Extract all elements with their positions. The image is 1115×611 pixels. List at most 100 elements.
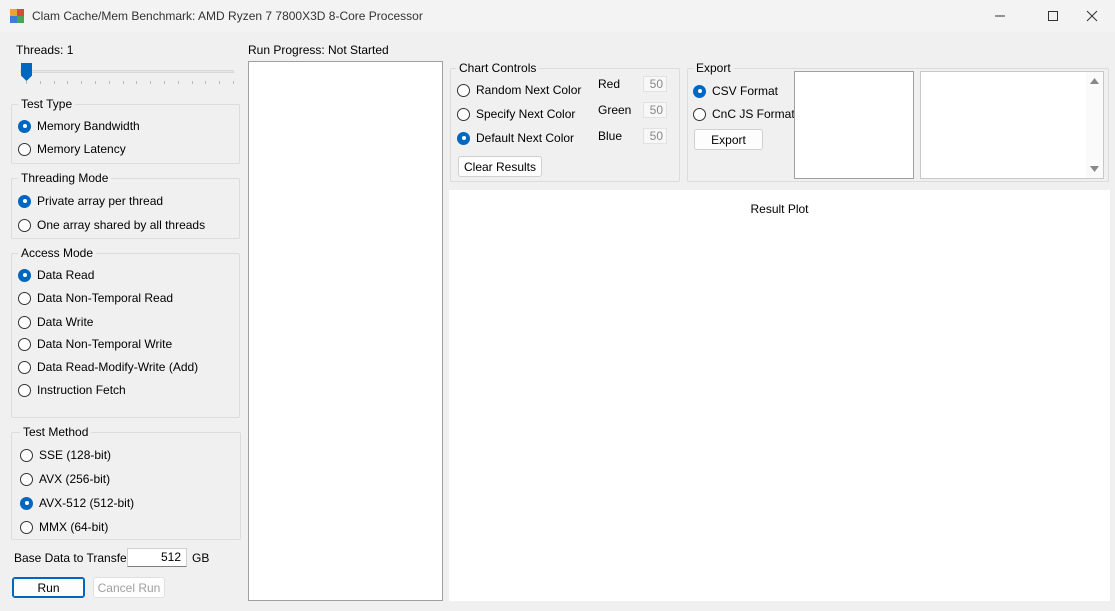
radio-label: AVX (256-bit) [39, 472, 111, 486]
clear-results-button[interactable]: Clear Results [458, 156, 542, 177]
radio-data-nt-write[interactable]: Data Non-Temporal Write [18, 335, 172, 353]
threads-slider-track[interactable] [20, 70, 234, 73]
radio-indicator [18, 360, 31, 374]
radio-label: Data Non-Temporal Read [37, 291, 174, 305]
slider-tick [67, 81, 69, 84]
radio-label: Private array per thread [37, 194, 164, 208]
radio-label: Random Next Color [476, 83, 582, 97]
slider-tick [95, 81, 96, 84]
export-button[interactable]: Export [694, 129, 763, 150]
slider-tick [177, 81, 179, 84]
radio-memory-bandwidth[interactable]: Memory Bandwidth [18, 117, 140, 135]
test-method-title: Test Method [20, 425, 92, 439]
access-mode-title: Access Mode [18, 246, 97, 260]
slider-tick [136, 81, 138, 84]
test-type-title: Test Type [18, 97, 76, 111]
export-preview-box[interactable] [794, 71, 914, 179]
radio-random-color[interactable]: Random Next Color [457, 81, 581, 99]
radio-label: Instruction Fetch [37, 383, 126, 397]
radio-indicator [18, 315, 31, 329]
radio-label: CnC JS Format [712, 107, 795, 121]
radio-indicator [457, 131, 470, 145]
window-title: Clam Cache/Mem Benchmark: AMD Ryzen 7 78… [32, 9, 423, 23]
export-output-scrollbar[interactable] [1086, 72, 1103, 178]
radio-mmx[interactable]: MMX (64-bit) [20, 518, 108, 536]
scroll-up-icon[interactable] [1090, 78, 1099, 84]
slider-tick [205, 81, 207, 84]
radio-label: Memory Bandwidth [37, 119, 140, 133]
cancel-run-button[interactable]: Cancel Run [93, 577, 165, 598]
close-button[interactable] [1069, 0, 1115, 32]
threads-slider-thumb[interactable] [21, 63, 32, 81]
radio-indicator [18, 119, 31, 133]
radio-csv-format[interactable]: CSV Format [693, 82, 778, 100]
threads-label: Threads: 1 [16, 43, 74, 57]
radio-indicator [18, 194, 31, 208]
slider-tick [108, 81, 110, 84]
radio-indicator [457, 83, 470, 97]
title-bar[interactable]: Clam Cache/Mem Benchmark: AMD Ryzen 7 78… [0, 0, 1115, 32]
radio-label: Specify Next Color [476, 107, 576, 121]
blue-value-input[interactable]: 50 [643, 128, 667, 144]
radio-avx[interactable]: AVX (256-bit) [20, 470, 110, 488]
slider-tick [233, 81, 234, 84]
red-value-input[interactable]: 50 [643, 76, 667, 92]
scroll-down-icon[interactable] [1090, 166, 1099, 172]
radio-indicator [693, 84, 706, 98]
transfer-size-input[interactable]: 512 [127, 548, 187, 567]
radio-label: One array shared by all threads [37, 218, 206, 232]
radio-indicator [20, 520, 33, 534]
slider-tick [26, 81, 27, 84]
radio-instruction-fetch[interactable]: Instruction Fetch [18, 381, 126, 399]
radio-data-nt-read[interactable]: Data Non-Temporal Read [18, 289, 173, 307]
app-icon [10, 9, 24, 23]
maximize-icon [1048, 11, 1058, 21]
transfer-unit: GB [192, 551, 210, 565]
green-label: Green [598, 103, 632, 117]
blue-label: Blue [598, 129, 623, 143]
radio-specify-color[interactable]: Specify Next Color [457, 105, 575, 123]
radio-indicator [20, 496, 33, 510]
radio-memory-latency[interactable]: Memory Latency [18, 140, 126, 158]
run-button[interactable]: Run [12, 577, 85, 598]
slider-tick [164, 81, 165, 84]
radio-sse[interactable]: SSE (128-bit) [20, 446, 111, 464]
radio-label: MMX (64-bit) [39, 520, 109, 534]
slider-tick [122, 81, 124, 84]
run-progress-status: Not Started [328, 43, 389, 57]
minimize-button[interactable] [977, 0, 1023, 32]
slider-tick [81, 81, 83, 84]
radio-default-color[interactable]: Default Next Color [457, 129, 574, 147]
radio-indicator [18, 142, 31, 156]
radio-shared-array[interactable]: One array shared by all threads [18, 216, 205, 234]
radio-label: SSE (128-bit) [39, 448, 112, 462]
result-plot-area[interactable]: Result Plot [449, 190, 1110, 601]
slider-tick [150, 81, 152, 84]
slider-tick [39, 81, 41, 84]
radio-label: Default Next Color [476, 131, 575, 145]
radio-indicator [457, 107, 470, 121]
radio-private-array[interactable]: Private array per thread [18, 192, 163, 210]
result-plot-title: Result Plot [750, 202, 809, 216]
radio-label: Memory Latency [37, 142, 126, 156]
export-title: Export [693, 61, 734, 75]
radio-data-read[interactable]: Data Read [18, 266, 94, 284]
radio-label: AVX-512 (512-bit) [39, 496, 135, 510]
threading-mode-title: Threading Mode [18, 171, 112, 185]
minimize-icon [995, 15, 1005, 17]
radio-indicator [693, 107, 706, 121]
radio-label: CSV Format [712, 84, 779, 98]
green-value-input[interactable]: 50 [643, 102, 667, 118]
progress-log-box[interactable] [248, 61, 443, 601]
radio-label: Data Read [37, 268, 95, 282]
radio-indicator [18, 337, 31, 351]
export-output-textarea[interactable] [920, 71, 1104, 179]
radio-data-rmw[interactable]: Data Read-Modify-Write (Add) [18, 358, 198, 376]
slider-tick [53, 81, 55, 84]
chart-controls-title: Chart Controls [456, 61, 540, 75]
radio-data-write[interactable]: Data Write [18, 313, 93, 331]
radio-cnc-js-format[interactable]: CnC JS Format [693, 105, 795, 123]
radio-indicator [18, 291, 31, 305]
close-icon [1086, 10, 1098, 22]
radio-avx512[interactable]: AVX-512 (512-bit) [20, 494, 134, 512]
